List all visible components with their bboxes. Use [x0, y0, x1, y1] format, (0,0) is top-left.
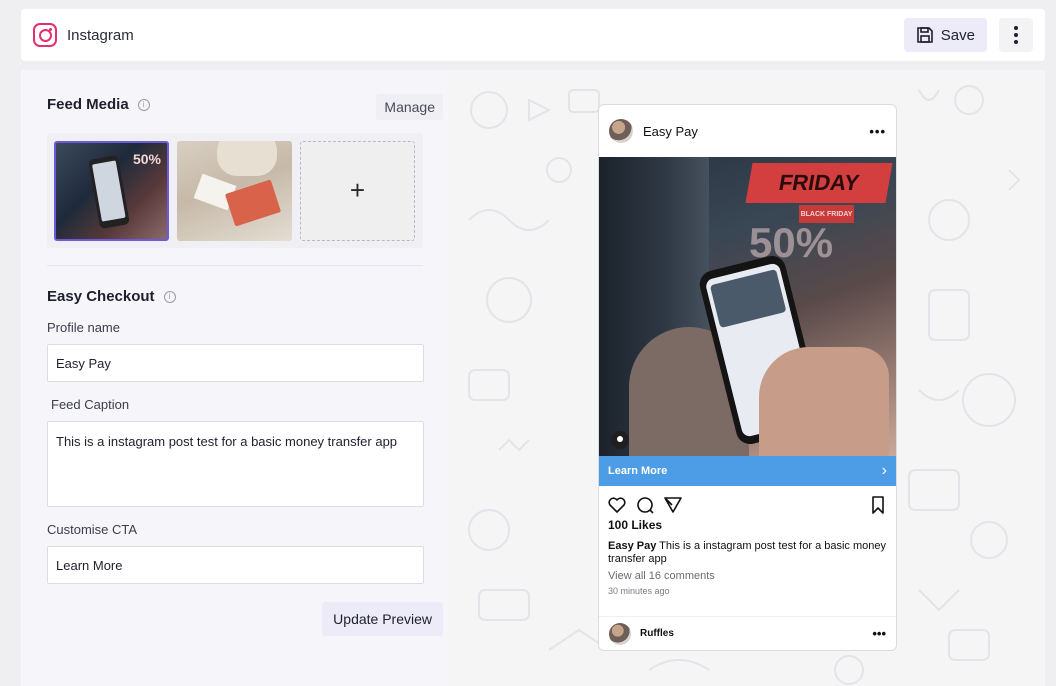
profile-name-label: Profile name: [47, 320, 120, 335]
post-image: FRIDAY BLACK FRIDAY 50%: [599, 157, 896, 456]
likes-count: 100 Likes: [608, 518, 663, 532]
avatar: [609, 622, 631, 645]
divider: [47, 265, 423, 266]
add-media-button[interactable]: +: [300, 140, 415, 241]
top-bar: Instagram Save: [21, 9, 1045, 61]
comment-icon[interactable]: [635, 495, 655, 515]
instagram-post-preview: Easy Pay ••• FRIDAY BLACK FRIDAY 50% Lea…: [598, 104, 897, 651]
feed-caption-textarea[interactable]: This is a instagram post test for a basi…: [47, 421, 424, 507]
easy-checkout-section: Easy Checkout i: [47, 288, 423, 305]
image-banner-text: FRIDAY: [745, 163, 893, 203]
save-icon: [916, 27, 933, 43]
info-icon[interactable]: i: [137, 98, 150, 111]
post-timestamp: 30 minutes ago: [608, 586, 670, 596]
post-caption: Easy Pay This is a instagram post test f…: [599, 532, 896, 566]
media-strip: 50% +: [47, 133, 423, 248]
user-tag-icon[interactable]: [611, 431, 629, 449]
view-comments-link[interactable]: View all 16 comments: [599, 566, 896, 582]
cta-input[interactable]: Learn More: [47, 546, 424, 584]
save-label: Save: [940, 26, 975, 44]
caption-username: Easy Pay: [608, 540, 657, 552]
comment-menu-icon[interactable]: •••: [872, 626, 886, 641]
media-thumbnail-gift-box[interactable]: [177, 140, 292, 241]
post-menu-icon[interactable]: •••: [869, 124, 886, 139]
avatar: [609, 119, 633, 143]
cta-bar[interactable]: Learn More ›: [599, 456, 896, 486]
share-icon[interactable]: [663, 495, 683, 515]
post-header: Easy Pay •••: [599, 105, 896, 157]
feed-caption-label: Feed Caption: [51, 397, 130, 412]
comment-row: Ruffles •••: [599, 616, 896, 650]
cta-text: Learn More: [608, 465, 668, 477]
info-icon[interactable]: i: [163, 290, 176, 303]
post-profile-name: Easy Pay: [643, 123, 698, 139]
preview-area: Easy Pay ••• FRIDAY BLACK FRIDAY 50% Lea…: [449, 70, 1045, 686]
chevron-right-icon: ›: [881, 462, 887, 479]
app-title: Instagram: [67, 26, 134, 44]
update-preview-button[interactable]: Update Preview: [322, 602, 443, 636]
editor-panel: Feed Media i Manage 50% + Easy Checkout …: [21, 70, 449, 686]
more-vertical-icon[interactable]: [999, 18, 1033, 52]
profile-name-input[interactable]: Easy Pay: [47, 344, 424, 382]
manage-button[interactable]: Manage: [376, 94, 443, 120]
customise-cta-label: Customise CTA: [47, 522, 138, 537]
post-actions: [599, 486, 896, 516]
save-button[interactable]: Save: [903, 18, 987, 52]
heart-icon[interactable]: [607, 495, 627, 515]
commenter-name: Ruffles: [640, 628, 674, 639]
feed-media-section: Feed Media i: [47, 96, 423, 113]
easy-checkout-title: Easy Checkout: [47, 288, 155, 305]
bookmark-icon[interactable]: [868, 495, 888, 515]
instagram-icon: [33, 23, 57, 47]
media-thumbnail-phone-sale[interactable]: 50%: [54, 140, 169, 241]
main-panel: Feed Media i Manage 50% + Easy Checkout …: [21, 70, 1045, 686]
feed-media-title: Feed Media: [47, 96, 129, 113]
